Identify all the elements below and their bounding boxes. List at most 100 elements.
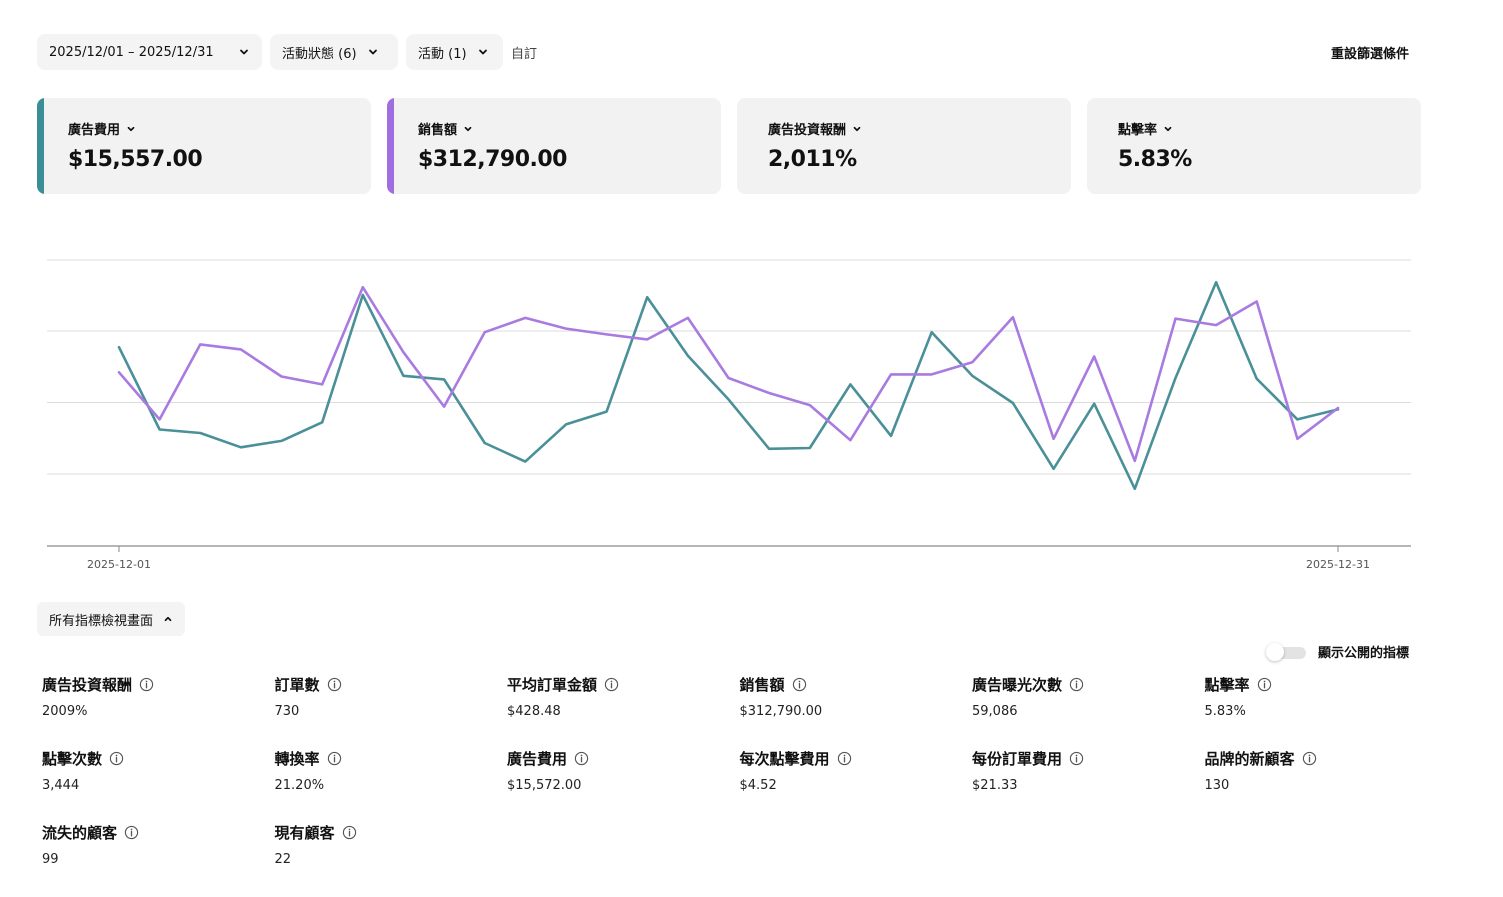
metric-value: 59,086	[972, 704, 1018, 719]
card-ad-spend[interactable]: 廣告費用 $15,557.00	[37, 98, 371, 194]
metric-item: 點擊率 5.83%	[1205, 674, 1425, 719]
campaign-status-label: 活動狀態 (6)	[282, 46, 357, 62]
metric-item: 品牌的新顧客 130	[1205, 748, 1425, 793]
chevron-down-icon	[238, 46, 250, 58]
metric-item: 每份訂單費用 $21.33	[972, 748, 1192, 793]
info-icon[interactable]	[604, 677, 619, 692]
chevron-up-icon	[163, 614, 173, 624]
x-tick-label-end: 2025-12-31	[1306, 558, 1370, 571]
series-layer	[117, 280, 1340, 491]
metric-item: 現有顧客 22	[275, 822, 495, 867]
card-value: 2,011%	[768, 147, 857, 172]
info-icon[interactable]	[837, 751, 852, 766]
metric-item: 廣告曝光次數 59,086	[972, 674, 1192, 719]
toggle-knob	[1266, 642, 1284, 661]
metric-value: 99	[42, 852, 59, 867]
card-value: $312,790.00	[418, 147, 567, 172]
reset-filters-link[interactable]: 重設篩選條件	[1331, 43, 1409, 62]
metric-label: 流失的顧客	[42, 824, 118, 842]
card-roas[interactable]: 廣告投資報酬 2,011%	[737, 98, 1071, 194]
show-public-metrics-toggle[interactable]: 顯示公開的指標	[1264, 642, 1409, 661]
metric-item: 銷售額 $312,790.00	[740, 674, 960, 719]
campaign-label: 活動 (1)	[418, 46, 467, 62]
info-icon[interactable]	[342, 825, 357, 840]
chevron-down-icon	[852, 124, 862, 134]
card-accent	[37, 98, 44, 194]
metric-label: 轉換率	[274, 750, 320, 768]
metric-item: 訂單數 730	[275, 674, 495, 719]
toggle-label: 顯示公開的指標	[1318, 646, 1410, 661]
info-icon[interactable]	[109, 751, 124, 766]
info-icon[interactable]	[327, 751, 342, 766]
campaign-dropdown[interactable]: 活動 (1)	[406, 34, 503, 70]
card-label: 銷售額	[418, 123, 458, 138]
x-tick-label-start: 2025-12-01	[87, 558, 151, 571]
metric-label: 點擊次數	[42, 750, 103, 768]
metric-value: $21.33	[972, 778, 1018, 793]
card-label: 點擊率	[1118, 123, 1158, 138]
card-ctr[interactable]: 點擊率 5.83%	[1087, 98, 1421, 194]
date-range-dropdown[interactable]: 2025/12/01 – 2025/12/31	[37, 34, 262, 70]
line-chart: 2025-12-01 2025-12-31	[0, 240, 1503, 580]
metric-value: 730	[274, 704, 300, 719]
metric-value: $15,572.00	[507, 778, 582, 793]
metric-item: 流失的顧客 99	[42, 822, 262, 867]
card-value: $15,557.00	[68, 147, 203, 172]
grid-lines	[47, 259, 1411, 475]
filter-bar: 2025/12/01 – 2025/12/31 活動狀態 (6) 活動 (1) …	[37, 34, 1417, 70]
metric-value: 2009%	[42, 704, 88, 719]
line-chart-svg: 2025-12-01 2025-12-31	[47, 259, 1411, 571]
metric-label: 訂單數	[274, 676, 320, 694]
metric-value: 21.20%	[274, 778, 325, 793]
metric-label: 點擊率	[1204, 676, 1250, 694]
metric-label: 現有顧客	[274, 824, 335, 842]
chevron-down-icon	[1163, 124, 1173, 134]
metric-label: 平均訂單金額	[507, 676, 598, 694]
info-icon[interactable]	[1302, 751, 1317, 766]
metric-value: 130	[1204, 778, 1230, 793]
chevron-down-icon	[126, 124, 136, 134]
info-icon[interactable]	[1069, 751, 1084, 766]
card-sales[interactable]: 銷售額 $312,790.00	[387, 98, 721, 194]
metric-label: 廣告投資報酬	[42, 676, 133, 694]
info-icon[interactable]	[792, 677, 807, 692]
toggle-switch[interactable]	[1264, 642, 1306, 661]
info-icon[interactable]	[124, 825, 139, 840]
metric-value: $312,790.00	[739, 704, 823, 719]
metric-item: 轉換率 21.20%	[275, 748, 495, 793]
view-toggle-label: 所有指標檢視畫面	[49, 613, 154, 629]
chevron-down-icon	[367, 46, 379, 58]
metric-label: 銷售額	[739, 676, 785, 694]
metric-value: $428.48	[507, 704, 561, 719]
metric-item: 每次點擊費用 $4.52	[740, 748, 960, 793]
metric-value: 5.83%	[1204, 704, 1246, 719]
info-icon[interactable]	[574, 751, 589, 766]
metric-value: 22	[274, 852, 292, 867]
card-label: 廣告費用	[68, 123, 121, 138]
metric-label: 每次點擊費用	[739, 750, 830, 768]
metric-item: 廣告投資報酬 2009%	[42, 674, 262, 719]
chevron-down-icon	[477, 46, 489, 58]
card-accent	[387, 98, 394, 194]
metric-label: 廣告費用	[507, 750, 568, 768]
info-icon[interactable]	[1257, 677, 1272, 692]
metric-value: 3,444	[42, 778, 80, 793]
metric-label: 品牌的新顧客	[1204, 750, 1295, 768]
metric-label: 廣告曝光次數	[972, 676, 1063, 694]
metric-item: 廣告費用 $15,572.00	[507, 748, 727, 793]
metric-item: 平均訂單金額 $428.48	[507, 674, 727, 719]
custom-label: 自訂	[511, 47, 538, 62]
all-metrics-view-toggle[interactable]: 所有指標檢視畫面	[37, 602, 186, 636]
card-value: 5.83%	[1118, 147, 1192, 172]
metric-label: 每份訂單費用	[972, 750, 1063, 768]
info-icon[interactable]	[327, 677, 342, 692]
chevron-down-icon	[463, 124, 473, 134]
card-label: 廣告投資報酬	[768, 123, 847, 138]
metric-value: $4.52	[739, 778, 777, 793]
campaign-status-dropdown[interactable]: 活動狀態 (6)	[270, 34, 398, 70]
date-range-label: 2025/12/01 – 2025/12/31	[49, 44, 214, 60]
info-icon[interactable]	[1069, 677, 1084, 692]
summary-cards: 廣告費用 $15,557.00 銷售額 $312,790.00 廣告投資報酬 2…	[37, 98, 1421, 194]
metric-item: 點擊次數 3,444	[42, 748, 262, 793]
info-icon[interactable]	[139, 677, 154, 692]
